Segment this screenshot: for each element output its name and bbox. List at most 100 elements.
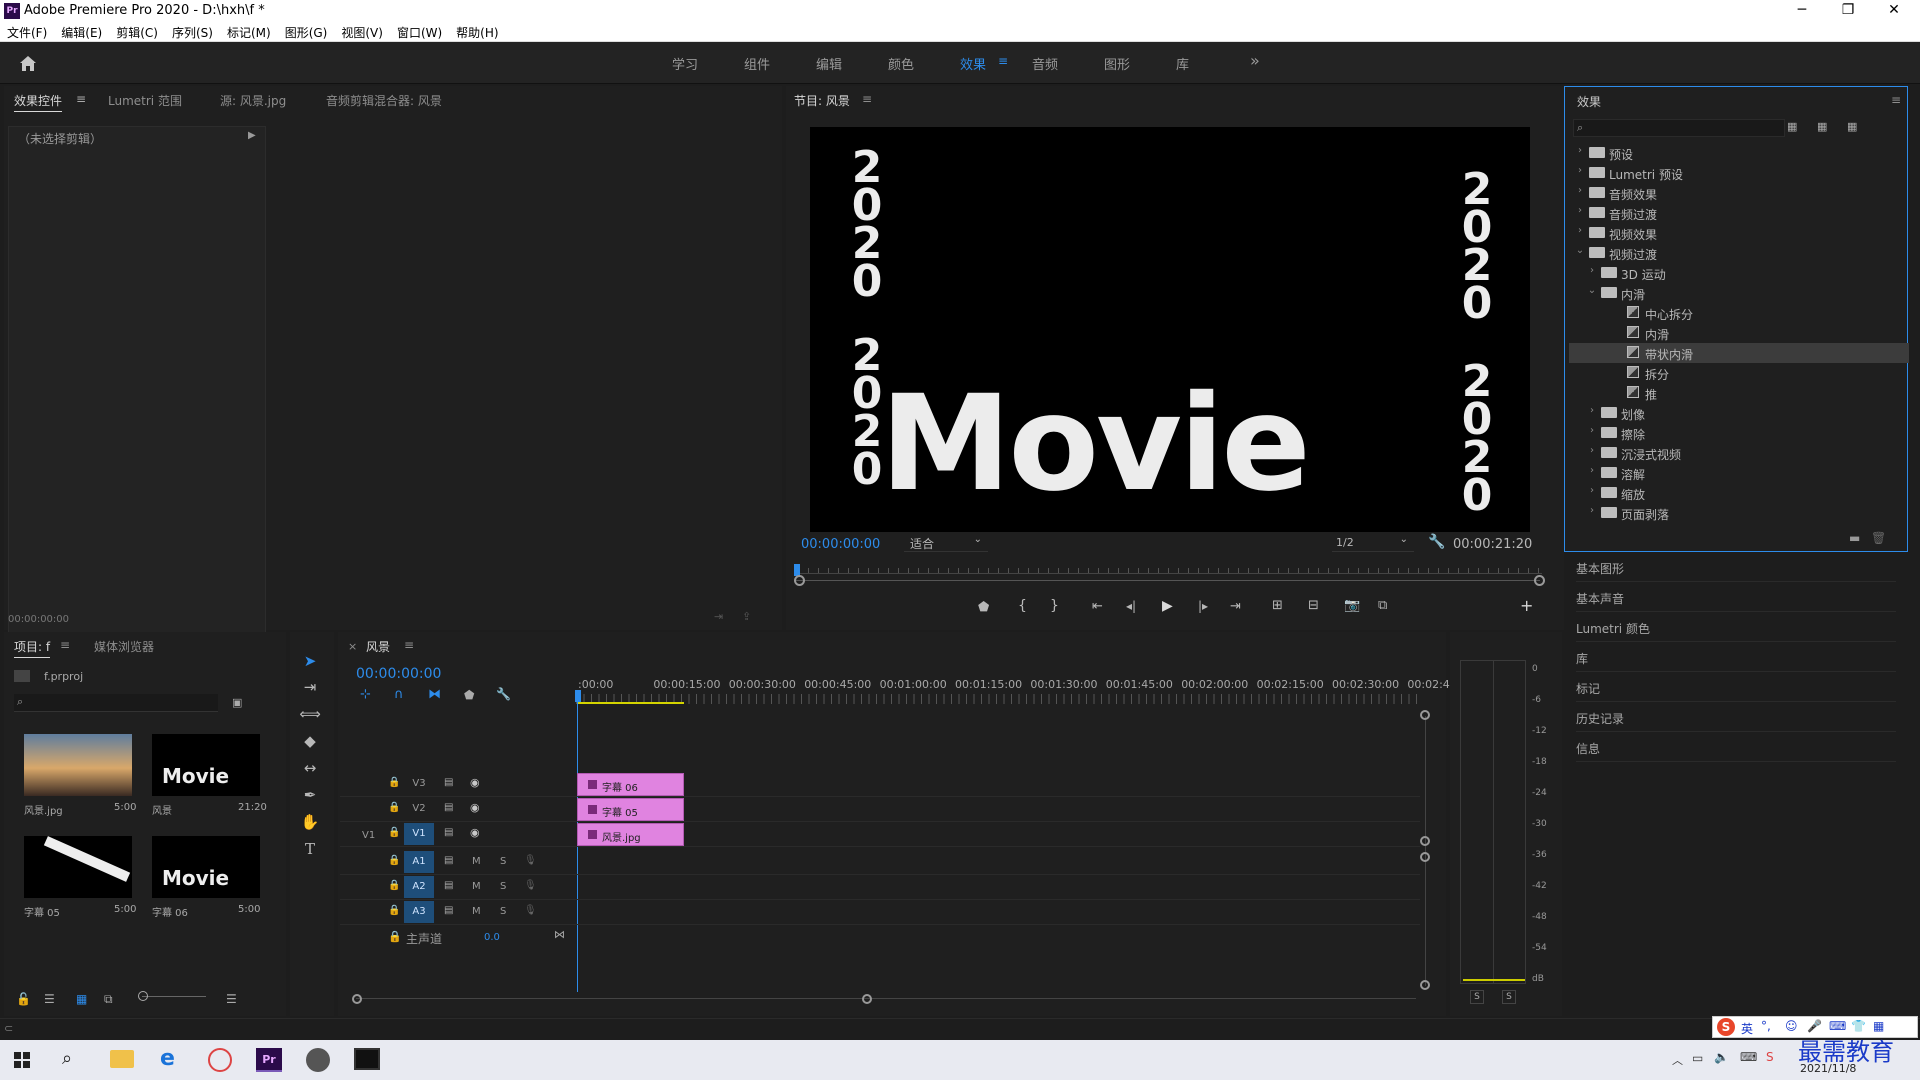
chevron-down-icon[interactable]: ⌄: [1575, 245, 1585, 256]
razor-tool-icon[interactable]: ◆: [296, 732, 324, 756]
track-target[interactable]: V1: [404, 823, 434, 845]
chevron-right-icon[interactable]: ›: [1587, 265, 1597, 276]
lock-icon[interactable]: 🔒: [388, 777, 400, 788]
panel-libraries[interactable]: 库: [1576, 642, 1896, 672]
zoom-handle-right[interactable]: [1534, 575, 1545, 586]
thumb-landscape[interactable]: [24, 734, 132, 796]
nest-icon[interactable]: ⊹: [360, 687, 371, 702]
timeline-v-scrollbar[interactable]: [1425, 716, 1426, 986]
button-editor-icon[interactable]: +: [1520, 596, 1533, 615]
master-volume-value[interactable]: 0.0: [484, 932, 500, 943]
delete-icon[interactable]: 🗑: [1871, 531, 1886, 545]
linked-selection-icon[interactable]: ⧓: [428, 687, 441, 702]
new-search-bin-icon[interactable]: ▣: [232, 696, 242, 709]
program-ruler[interactable]: [798, 568, 1542, 574]
menu-graphics[interactable]: 图形(G): [278, 22, 335, 41]
clip-title-05[interactable]: 字幕 05: [577, 798, 684, 821]
workspace-effects[interactable]: 效果: [960, 54, 986, 73]
workspace-graphics[interactable]: 图形: [1104, 54, 1130, 73]
paint-app-icon[interactable]: [208, 1048, 232, 1072]
effect-tree-item[interactable]: › 沉浸式视频: [1569, 443, 1909, 463]
timeline-timecode[interactable]: 00:00:00:00: [356, 666, 441, 682]
project-search-input[interactable]: ⌕: [14, 694, 218, 712]
effect-tree-item[interactable]: › 缩放: [1569, 483, 1909, 503]
panel-info[interactable]: 信息: [1576, 732, 1896, 762]
mute-button[interactable]: M: [472, 881, 481, 892]
tab-project[interactable]: 项目: f: [14, 638, 51, 658]
close-button[interactable]: ✕: [1874, 0, 1914, 22]
solo-button[interactable]: S: [500, 906, 506, 917]
v-scroll-handle[interactable]: [1420, 852, 1430, 862]
network-icon[interactable]: ▭: [1692, 1051, 1703, 1065]
tab-source[interactable]: 源: 风景.jpg: [220, 92, 286, 109]
hand-tool-icon[interactable]: ✋: [296, 813, 324, 837]
export-icon[interactable]: ⇪: [742, 610, 751, 623]
resolution-dropdown[interactable]: 1/2 ⌄: [1332, 534, 1414, 552]
selection-tool-icon[interactable]: ➤: [296, 652, 324, 676]
v-scroll-handle[interactable]: [1420, 980, 1430, 990]
ripple-edit-tool-icon[interactable]: ⟺: [296, 705, 324, 729]
timeline-h-scrollbar[interactable]: [356, 998, 1416, 999]
32bit-effects-icon[interactable]: ▦: [1817, 120, 1827, 133]
go-to-out-icon[interactable]: ⇥: [1230, 599, 1241, 614]
microphone-icon[interactable]: 🎙: [524, 855, 537, 866]
track-target[interactable]: A1: [404, 851, 434, 873]
h-scroll-handle-right[interactable]: [862, 994, 872, 1004]
menu-view[interactable]: 视图(V): [334, 22, 390, 41]
effect-tree-item[interactable]: 推: [1569, 383, 1909, 403]
workspace-learn[interactable]: 学习: [672, 54, 698, 73]
effects-search-input[interactable]: ⌕: [1573, 119, 1785, 137]
effect-tree-item[interactable]: 拆分: [1569, 363, 1909, 383]
ime-punct-icon[interactable]: °,: [1761, 1019, 1771, 1033]
solo-button[interactable]: S: [500, 856, 506, 867]
microphone-icon[interactable]: 🎙: [524, 905, 537, 916]
lock-icon[interactable]: 🔒: [388, 827, 400, 838]
effects-menu-icon[interactable]: ≡: [1891, 93, 1901, 107]
menu-file[interactable]: 文件(F): [0, 22, 54, 41]
list-view-icon[interactable]: ☰: [44, 992, 55, 1006]
thumb-sequence[interactable]: Movie: [152, 734, 260, 796]
effect-tree-item[interactable]: ⌄ 视频过渡: [1569, 243, 1909, 263]
ime-voice-icon[interactable]: 🎤: [1807, 1019, 1822, 1033]
comparison-view-icon[interactable]: ⧉: [1378, 598, 1387, 613]
premiere-taskbar-icon[interactable]: Pr: [256, 1048, 282, 1072]
sync-lock-icon[interactable]: ▤: [444, 880, 453, 891]
volume-icon[interactable]: 🔈: [1714, 1050, 1729, 1064]
thumb-title-05[interactable]: [24, 836, 132, 898]
workspace-assembly[interactable]: 组件: [744, 54, 770, 73]
lock-icon[interactable]: 🔒: [388, 802, 400, 813]
ime-icon[interactable]: ⌨: [1740, 1050, 1757, 1064]
workspace-color[interactable]: 颜色: [888, 54, 914, 73]
play-icon[interactable]: ▶: [1162, 598, 1173, 614]
menu-sequence[interactable]: 序列(S): [165, 22, 220, 41]
lift-icon[interactable]: ⊞: [1272, 598, 1283, 613]
sync-lock-icon[interactable]: ▤: [444, 855, 453, 866]
menu-window[interactable]: 窗口(W): [390, 22, 449, 41]
timeline-settings-icon[interactable]: 🔧: [496, 687, 511, 701]
zoom-slider-handle[interactable]: [138, 991, 148, 1001]
tab-lumetri-scopes[interactable]: Lumetri 范围: [108, 92, 182, 109]
chevron-right-icon[interactable]: ›: [1587, 445, 1597, 456]
effect-tree-item[interactable]: ⌄ 内滑: [1569, 283, 1909, 303]
tab-audio-clip-mixer[interactable]: 音频剪辑混合器: 风景: [326, 92, 442, 109]
tab-effect-controls[interactable]: 效果控件: [14, 92, 63, 112]
effect-tree-item[interactable]: 中心拆分: [1569, 303, 1909, 323]
photos-app-icon[interactable]: [354, 1048, 380, 1070]
effect-tree-item[interactable]: › Lumetri 预设: [1569, 163, 1909, 183]
snap-icon[interactable]: ∩: [394, 687, 404, 702]
effect-tree-item[interactable]: › 划像: [1569, 403, 1909, 423]
v-scroll-handle[interactable]: [1420, 710, 1430, 720]
sort-icon[interactable]: ☰: [226, 992, 237, 1006]
mark-in-icon[interactable]: {: [1018, 598, 1027, 614]
expand-arrow-icon[interactable]: ▶: [248, 130, 256, 141]
track-target[interactable]: V2: [404, 798, 434, 820]
step-back-icon[interactable]: ◂|: [1126, 599, 1136, 613]
add-marker-icon[interactable]: ⬟: [978, 600, 989, 615]
mute-button[interactable]: M: [472, 906, 481, 917]
expand-master-icon[interactable]: ⋈: [554, 928, 565, 941]
work-area-bar[interactable]: [578, 702, 684, 704]
tab-menu-icon[interactable]: ≡: [76, 92, 86, 106]
menu-help[interactable]: 帮助(H): [449, 22, 505, 41]
ime-emoji-icon[interactable]: ☺: [1785, 1019, 1798, 1033]
fit-dropdown[interactable]: 适合 ⌄: [904, 534, 988, 552]
